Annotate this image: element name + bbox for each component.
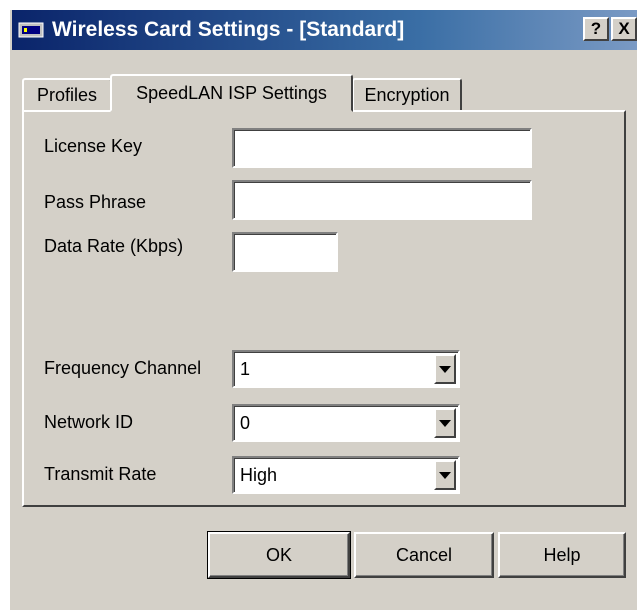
tab-speedlan-isp-settings[interactable]: SpeedLAN ISP Settings bbox=[110, 74, 353, 112]
wireless-settings-dialog: Wireless Card Settings - [Standard] ? X … bbox=[8, 8, 637, 610]
transmit-rate-value: High bbox=[240, 465, 278, 485]
frequency-channel-value: 1 bbox=[240, 359, 251, 379]
ok-button[interactable]: OK bbox=[207, 531, 351, 579]
license-key-field[interactable] bbox=[232, 128, 532, 168]
cancel-button[interactable]: Cancel bbox=[354, 532, 494, 578]
transmit-rate-select[interactable]: High bbox=[232, 456, 460, 494]
tab-panel: License Key Pass Phrase Data Rate (Kbps)… bbox=[22, 110, 626, 507]
help-title-button[interactable]: ? bbox=[583, 17, 609, 41]
data-rate-label: Data Rate (Kbps) bbox=[44, 236, 184, 256]
close-title-button[interactable]: X bbox=[611, 17, 637, 41]
license-key-label: License Key bbox=[44, 136, 143, 156]
frequency-channel-label: Frequency Channel bbox=[44, 358, 202, 378]
tab-encryption[interactable]: Encryption bbox=[352, 78, 462, 110]
network-id-label: Network ID bbox=[44, 412, 134, 432]
window-title: Wireless Card Settings - [Standard] bbox=[52, 18, 405, 41]
network-id-select[interactable]: 0 bbox=[232, 404, 460, 442]
frequency-channel-select[interactable]: 1 bbox=[232, 350, 460, 388]
tab-profiles[interactable]: Profiles bbox=[22, 78, 112, 110]
network-id-value: 0 bbox=[240, 413, 251, 433]
transmit-rate-label: Transmit Rate bbox=[44, 464, 157, 484]
pass-phrase-field[interactable] bbox=[232, 180, 532, 220]
chevron-down-icon[interactable] bbox=[434, 408, 456, 438]
help-button[interactable]: Help bbox=[498, 532, 626, 578]
title-bar[interactable]: Wireless Card Settings - [Standard] ? X bbox=[12, 10, 637, 50]
chevron-down-icon[interactable] bbox=[434, 460, 456, 490]
pass-phrase-label: Pass Phrase bbox=[44, 192, 147, 212]
chevron-down-icon[interactable] bbox=[434, 354, 456, 384]
data-rate-field[interactable] bbox=[232, 232, 338, 272]
network-card-icon bbox=[18, 22, 44, 38]
